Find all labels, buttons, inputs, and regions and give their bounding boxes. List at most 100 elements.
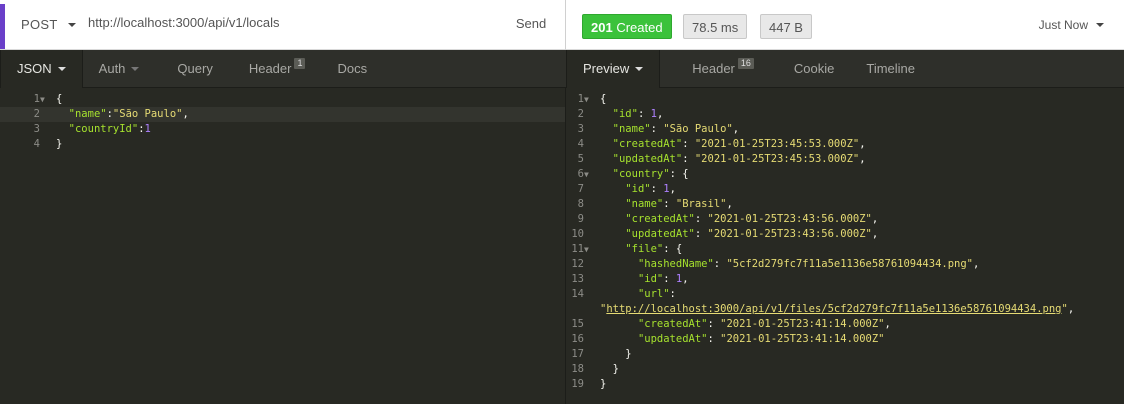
- json-key: "createdAt": [612, 138, 683, 150]
- send-button[interactable]: Send: [504, 16, 558, 31]
- tab-json[interactable]: JSON: [0, 50, 83, 88]
- response-bar: 201 Created 78.5 ms 447 B Just Now: [566, 0, 1124, 50]
- code-line: 12 "hashedName": "5cf2d279fc7f11a5e1136e…: [566, 257, 1124, 272]
- code-text: "createdAt": "2021-01-25T23:45:53.000Z",: [612, 138, 866, 150]
- code-text: "id": 1,: [637, 273, 689, 285]
- tab-header[interactable]: Header 1: [229, 50, 322, 88]
- code-line: 4}: [0, 137, 565, 152]
- json-string: "2021-01-25T23:45:53.000Z": [694, 138, 860, 150]
- tab-label: Preview: [583, 61, 630, 76]
- json-value: "São Paulo": [112, 108, 183, 120]
- code-line: 19}: [566, 377, 1124, 392]
- punctuation: ,: [1067, 303, 1075, 315]
- json-key: "id": [612, 108, 638, 120]
- history-dropdown[interactable]: Just Now: [1039, 18, 1104, 32]
- json-key: "name": [612, 123, 651, 135]
- code-line: 1 ▼{: [566, 92, 1124, 107]
- header-count-badge: 1: [294, 57, 306, 69]
- code-text: "updatedAt": "2021-01-25T23:43:56.000Z",: [625, 228, 879, 240]
- code-text: }: [592, 362, 619, 377]
- tab-response-header[interactable]: Header 16: [660, 50, 770, 88]
- code-text: "name": "Brasil",: [625, 198, 733, 210]
- fold-arrow-icon[interactable]: ▼: [584, 242, 590, 257]
- code-line: 4 "createdAt": "2021-01-25T23:45:53.000Z…: [566, 137, 1124, 152]
- fold-arrow-icon[interactable]: ▼: [40, 92, 46, 107]
- method-dropdown[interactable]: POST: [21, 17, 76, 32]
- code-line: 14 "url":: [566, 287, 1124, 302]
- code-text: "id": 1,: [625, 183, 676, 195]
- url-input[interactable]: [88, 15, 488, 30]
- json-key: "createdAt": [625, 213, 695, 225]
- punctuation: ,: [859, 153, 866, 165]
- tab-cookie[interactable]: Cookie: [770, 50, 850, 88]
- punctuation: ,: [726, 198, 733, 210]
- code-line: 3 "countryId":1: [0, 122, 565, 137]
- code-line: 15 "createdAt": "2021-01-25T23:41:14.000…: [566, 317, 1124, 332]
- json-string: "São Paulo": [663, 123, 733, 135]
- code-text: "countryId":1: [68, 123, 151, 135]
- code-line: 10 "updatedAt": "2021-01-25T23:43:56.000…: [566, 227, 1124, 242]
- json-key: "url": [637, 288, 670, 300]
- status-badge: 201 Created: [582, 14, 672, 39]
- json-string: "2021-01-25T23:41:14.000Z": [720, 333, 885, 345]
- response-preview[interactable]: 1 ▼{2 "id": 1, 3 "name": "São Paulo", 4 "cr…: [566, 88, 1124, 404]
- chevron-down-icon: [635, 67, 644, 71]
- code-line: "http://localhost:3000/api/v1/files/5cf2…: [566, 302, 1124, 317]
- punctuation: ,: [669, 183, 676, 195]
- code-line: 18 }: [566, 362, 1124, 377]
- punctuation: }: [600, 378, 607, 390]
- code-text: "updatedAt": "2021-01-25T23:45:53.000Z",: [612, 153, 866, 165]
- fold-arrow-icon[interactable]: ▼: [584, 167, 590, 182]
- tab-docs[interactable]: Docs: [321, 50, 383, 88]
- code-line: 13 "id": 1,: [566, 272, 1124, 287]
- code-line: 8 "name": "Brasil",: [566, 197, 1124, 212]
- request-bar: POST Send: [0, 0, 566, 50]
- json-key: "hashedName": [637, 258, 714, 270]
- json-string: "2021-01-25T23:45:53.000Z": [694, 153, 860, 165]
- punctuation: ,: [682, 273, 689, 285]
- tab-label: Header: [248, 61, 292, 76]
- response-size-badge: 447 B: [760, 14, 812, 39]
- code-text: "http://localhost:3000/api/v1/files/5cf2…: [600, 302, 1074, 317]
- code-text: "name":"São Paulo",: [68, 108, 189, 120]
- code-text: }: [592, 347, 631, 362]
- json-value: 1: [144, 123, 151, 135]
- chevron-down-icon: [57, 67, 66, 71]
- json-key: "name": [625, 198, 664, 210]
- json-key: "file": [625, 243, 664, 255]
- punctuation: {: [600, 93, 607, 105]
- json-string: "2021-01-25T23:43:56.000Z": [707, 213, 872, 225]
- tab-auth[interactable]: Auth: [83, 50, 156, 88]
- punctuation: {: [56, 93, 63, 105]
- code-line: 9 "createdAt": "2021-01-25T23:43:56.000Z…: [566, 212, 1124, 227]
- tab-timeline[interactable]: Timeline: [850, 50, 931, 88]
- fold-arrow-icon[interactable]: ▼: [584, 92, 590, 107]
- code-text: "createdAt": "2021-01-25T23:41:14.000Z",: [637, 318, 891, 330]
- code-text: "hashedName": "5cf2d279fc7f11a5e1136e587…: [637, 258, 980, 270]
- url-link[interactable]: http://localhost:3000/api/v1/files/5cf2d…: [606, 303, 1061, 315]
- code-line: 2 "name":"São Paulo",: [0, 107, 565, 122]
- request-body-editor[interactable]: 1 ▼ {2 "name":"São Paulo", 3 "countryId":1 4…: [0, 88, 566, 404]
- code-text: }: [592, 377, 606, 392]
- punctuation: ,: [871, 213, 879, 225]
- tab-query[interactable]: Query: [155, 50, 228, 88]
- code-text: {: [48, 92, 62, 107]
- tab-label: Docs: [337, 61, 368, 76]
- code-text: "name": "São Paulo",: [612, 123, 740, 135]
- json-key: "updatedAt": [625, 228, 695, 240]
- status-text: Created: [616, 20, 663, 35]
- json-key: "updatedAt": [612, 153, 683, 165]
- tab-preview[interactable]: Preview: [566, 50, 661, 88]
- tab-label: Auth: [98, 61, 126, 76]
